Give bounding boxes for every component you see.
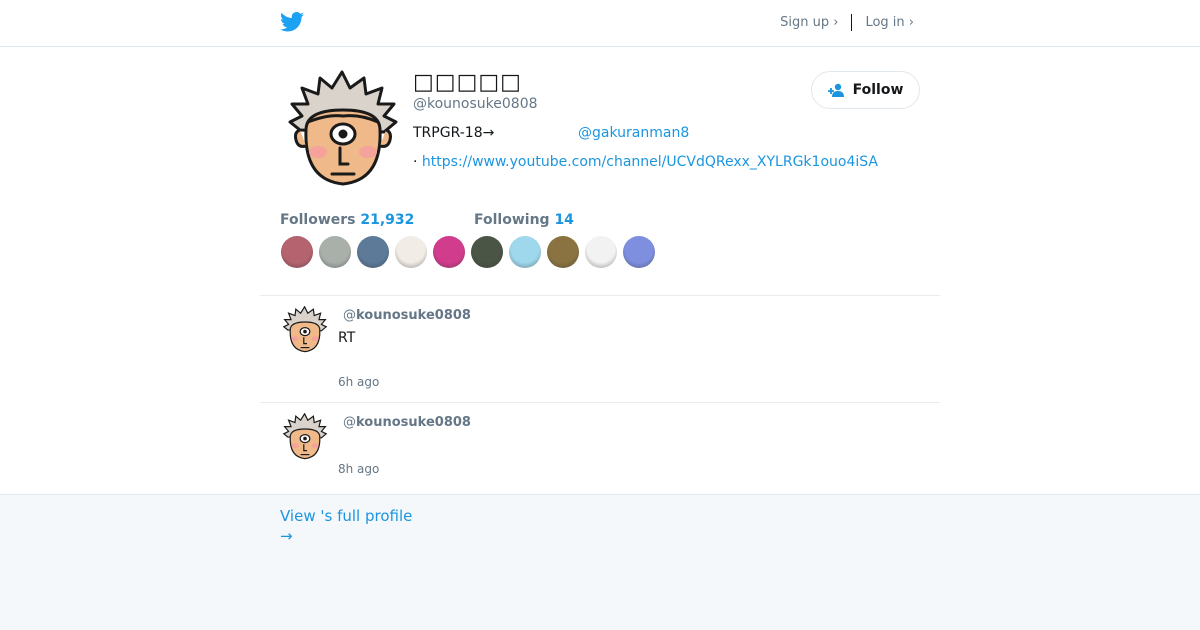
tweet-divider [260,295,940,296]
profile-avatar[interactable] [288,70,398,190]
bio-mention-link[interactable]: @gakuranman8 [578,125,689,141]
following-avatar[interactable] [395,236,427,268]
tweet-handle-text: kounosuke0808 [356,308,471,323]
following-avatar[interactable] [547,236,579,268]
profile-url-link[interactable]: https://www.youtube.com/channel/UCVdQRex… [422,154,878,170]
following-avatar[interactable] [281,236,313,268]
tweet-text: RT [338,330,356,346]
bio-text: TRPGR-18→ [413,125,495,141]
top-bar: Sign up › Log in › [0,0,1200,47]
url-prefix: · [413,154,422,170]
following-avatar[interactable] [585,236,617,268]
arrow-right-icon: → [280,527,293,545]
tweet-at-sign: @ [343,415,356,430]
view-full-profile-link[interactable]: View 's full profile → [280,506,412,546]
nav-divider [851,14,853,31]
tweet-avatar[interactable] [282,413,328,461]
following-avatar[interactable] [357,236,389,268]
add-user-icon [827,83,844,97]
profile-url-row: · https://www.youtube.com/channel/UCVdQR… [413,154,878,170]
following-avatars [281,236,661,268]
followers-stat[interactable]: Followers 21,932 [280,212,414,228]
profile-handle: @kounosuke0808 [413,96,538,112]
following-avatar[interactable] [509,236,541,268]
follow-button[interactable]: Follow [811,71,920,109]
auth-nav: Sign up › Log in › [780,14,914,31]
following-avatar[interactable] [433,236,465,268]
tweet-at-sign: @ [343,308,356,323]
tweet-handle[interactable]: @kounosuke0808 [343,308,471,323]
following-avatar[interactable] [471,236,503,268]
tweet-avatar[interactable] [282,306,328,354]
follow-label: Follow [852,82,904,98]
following-count: 14 [554,212,574,228]
signup-link[interactable]: Sign up › [780,15,838,30]
twitter-bird-icon[interactable] [280,11,304,33]
followers-label: Followers [280,212,356,228]
tweet-time[interactable]: 6h ago [338,375,379,389]
full-profile-label: View 's full profile [280,507,413,525]
footer: View 's full profile → [0,494,1200,630]
following-avatar[interactable] [623,236,655,268]
followers-count: 21,932 [360,212,415,228]
profile-bio: TRPGR-18→ @gakuranman8 [413,125,913,141]
following-label: Following [474,212,550,228]
following-stat[interactable]: Following 14 [474,212,574,228]
tweet-handle-text: kounosuke0808 [356,415,471,430]
following-avatar[interactable] [319,236,351,268]
login-link[interactable]: Log in › [865,15,914,30]
tweet-handle[interactable]: @kounosuke0808 [343,415,471,430]
profile-name: □□□□□ [413,70,522,95]
tweet-time[interactable]: 8h ago [338,462,379,476]
tweet-divider [260,402,940,403]
